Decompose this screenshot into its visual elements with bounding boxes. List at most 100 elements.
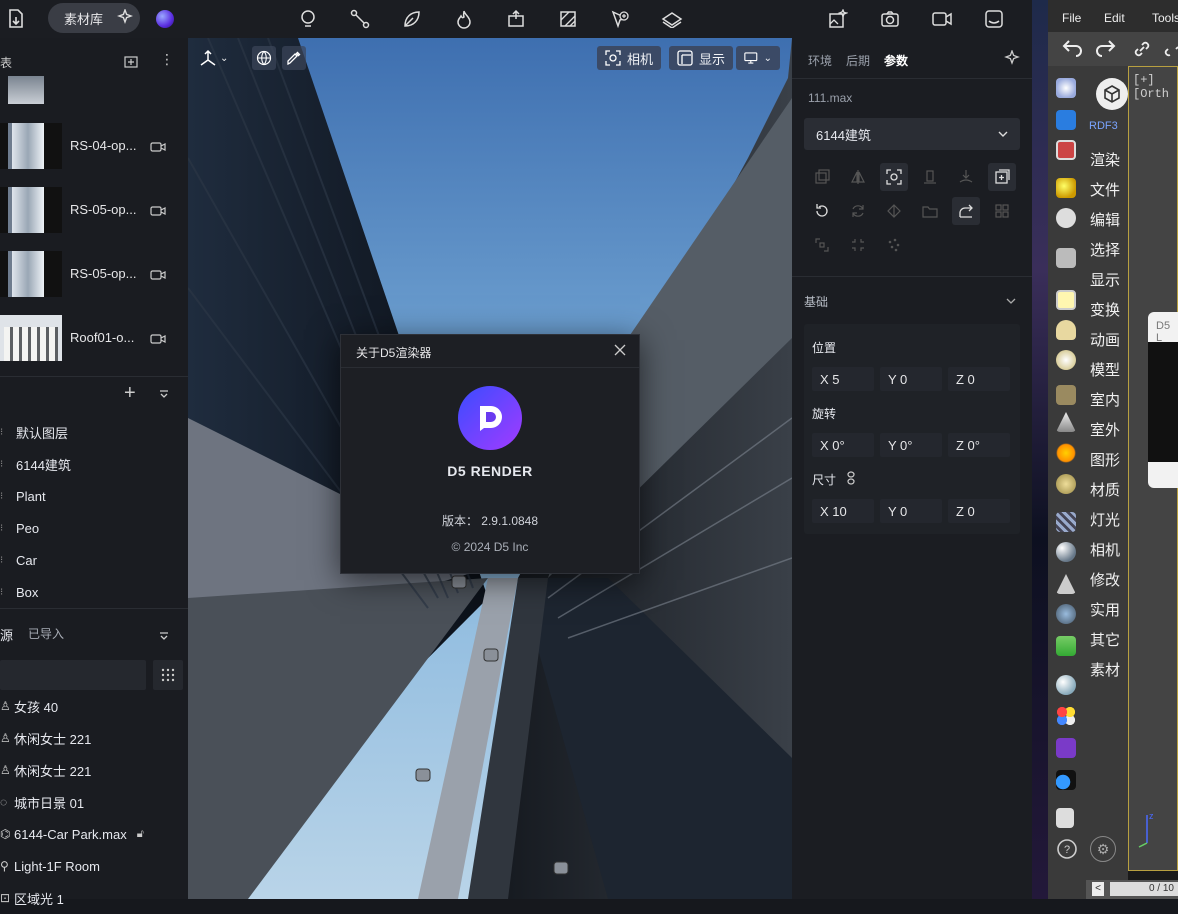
command-display[interactable]: 显示 <box>1090 269 1120 290</box>
drag-handle-icon[interactable]: ⁝ <box>0 523 10 534</box>
command-assets[interactable]: 素材 <box>1090 659 1120 680</box>
align-bottom-icon[interactable] <box>916 163 944 191</box>
drag-handle-icon[interactable]: ⁝ <box>0 491 10 502</box>
command-transform[interactable]: 变换 <box>1090 299 1120 320</box>
command-file[interactable]: 文件 <box>1090 179 1120 200</box>
drag-handle-icon[interactable]: ⁝ <box>0 587 10 598</box>
layer-item[interactable]: ⁝ Car <box>0 544 188 576</box>
drag-handle-icon[interactable]: ⁝ <box>0 555 10 566</box>
layer-item[interactable]: ⁝ Box <box>0 576 188 608</box>
tab-environment[interactable]: 环境 <box>808 52 832 69</box>
menu-edit[interactable]: Edit <box>1104 11 1125 25</box>
transform-icon[interactable] <box>504 7 528 31</box>
asset-item[interactable]: Roof01-o... <box>0 315 188 375</box>
more-icon[interactable]: ⋮ <box>160 52 174 66</box>
position-z-field[interactable]: Z 0 <box>948 367 1010 391</box>
link-proportion-icon[interactable] <box>846 471 856 485</box>
command-select[interactable]: 选择 <box>1090 239 1120 260</box>
rotation-z-field[interactable]: Z 0° <box>948 433 1010 457</box>
panorama-icon[interactable] <box>982 7 1006 31</box>
export-icon[interactable] <box>952 197 980 225</box>
video-camera-icon[interactable] <box>1056 248 1076 268</box>
layer-item[interactable]: ⁝ 6144建筑 <box>0 448 188 480</box>
camera-rig-icon[interactable] <box>1056 208 1076 228</box>
scene-icon[interactable] <box>1056 770 1076 790</box>
video-icon[interactable] <box>930 7 954 31</box>
sphere-light-icon[interactable] <box>1056 350 1076 370</box>
camera-icon[interactable] <box>150 333 166 345</box>
render-frame-icon[interactable] <box>1056 140 1076 160</box>
gizmo-dropdown[interactable]: ⌄ <box>198 46 238 70</box>
command-other[interactable]: 其它 <box>1090 629 1120 650</box>
view-mode-dropdown[interactable]: ⌄ <box>736 46 780 70</box>
add-scene-icon[interactable] <box>124 55 138 73</box>
asset-item[interactable]: RS-04-op... <box>0 123 188 183</box>
group-icon[interactable] <box>808 231 836 259</box>
position-x-field[interactable]: X 5 <box>812 367 874 391</box>
d5-render-icon[interactable] <box>1056 110 1076 130</box>
copy-icon[interactable] <box>808 163 836 191</box>
camera-icon[interactable] <box>150 205 166 217</box>
add-to-library-icon[interactable] <box>988 163 1016 191</box>
layer-item[interactable]: ⁝ 默认图层 <box>0 416 188 448</box>
chevron-down-icon[interactable] <box>1006 297 1016 305</box>
size-z-field[interactable]: Z 0 <box>948 499 1010 523</box>
command-model[interactable]: 模型 <box>1090 359 1120 380</box>
resource-item[interactable]: ♙ 女孩 40 <box>0 690 188 722</box>
camera-icon[interactable] <box>150 269 166 281</box>
command-interior[interactable]: 室内 <box>1090 389 1120 410</box>
resource-item[interactable]: ⌬ 6144-Car Park.max 🔓︎ <box>0 818 188 850</box>
add-poi-icon[interactable] <box>608 7 632 31</box>
layer-select[interactable]: 6144建筑 <box>804 118 1020 150</box>
ungroup-icon[interactable] <box>844 231 872 259</box>
command-camera[interactable]: 相机 <box>1090 539 1120 560</box>
close-icon[interactable] <box>614 344 626 356</box>
redo-icon[interactable] <box>1094 39 1116 57</box>
light-array-icon[interactable] <box>1056 512 1076 532</box>
command-render[interactable]: 渲染 <box>1090 149 1120 170</box>
command-exterior[interactable]: 室外 <box>1090 419 1120 440</box>
viewport-label[interactable]: [+][Orth <box>1133 73 1177 101</box>
command-modify[interactable]: 修改 <box>1090 569 1120 590</box>
d5-popup[interactable]: D5 L <box>1148 312 1178 488</box>
ai-sparkle-icon[interactable] <box>116 7 134 28</box>
layer-item[interactable]: ⁝ Plant <box>0 480 188 512</box>
time-slider[interactable]: < 0 / 10 <box>1086 880 1178 899</box>
display-icon[interactable] <box>1056 290 1076 310</box>
terrain-icon[interactable] <box>660 7 684 31</box>
command-edit[interactable]: 编辑 <box>1090 209 1120 230</box>
gear-utility-icon[interactable] <box>1056 604 1076 624</box>
tab-post[interactable]: 后期 <box>846 52 870 69</box>
d5-orb-icon[interactable] <box>153 7 177 31</box>
undo-icon[interactable] <box>1062 39 1084 57</box>
drop-to-ground-icon[interactable] <box>952 163 980 191</box>
tab-imported[interactable]: 已导入 <box>28 625 64 642</box>
image-ai-icon[interactable] <box>826 7 850 31</box>
help-icon[interactable]: ? <box>1056 838 1078 860</box>
drag-handle-icon[interactable]: ⁝ <box>0 459 10 470</box>
rotation-x-field[interactable]: X 0° <box>812 433 874 457</box>
camera-button[interactable]: 相机 <box>597 46 661 70</box>
interior-icon[interactable] <box>1056 385 1076 405</box>
undo-rotate-icon[interactable] <box>808 197 836 225</box>
camera-lens-icon[interactable] <box>1056 542 1076 562</box>
mirror-icon[interactable] <box>844 163 872 191</box>
unlink-icon[interactable] <box>1162 39 1178 59</box>
command-light[interactable]: 灯光 <box>1090 509 1120 530</box>
folder-icon[interactable] <box>916 197 944 225</box>
material-icon[interactable] <box>556 7 580 31</box>
display-button[interactable]: 显示 <box>669 46 733 70</box>
light-icon[interactable] <box>296 7 320 31</box>
section-basic[interactable]: 基础 <box>804 293 828 310</box>
settings-gear-icon[interactable]: ⚙ <box>1090 836 1116 862</box>
points-icon[interactable] <box>880 231 908 259</box>
collapse-icon[interactable] <box>158 628 170 646</box>
resource-item[interactable]: ◌ 城市日景 01 <box>0 786 188 818</box>
asset-thumbnail-partial[interactable] <box>0 76 62 104</box>
bulb-icon[interactable] <box>1056 178 1076 198</box>
ai-sparkle-icon[interactable] <box>1004 49 1020 71</box>
grid-select-icon[interactable] <box>988 197 1016 225</box>
scatter-icon[interactable] <box>880 197 908 225</box>
plugin-icon[interactable] <box>1056 738 1076 758</box>
size-y-field[interactable]: Y 0 <box>880 499 942 523</box>
